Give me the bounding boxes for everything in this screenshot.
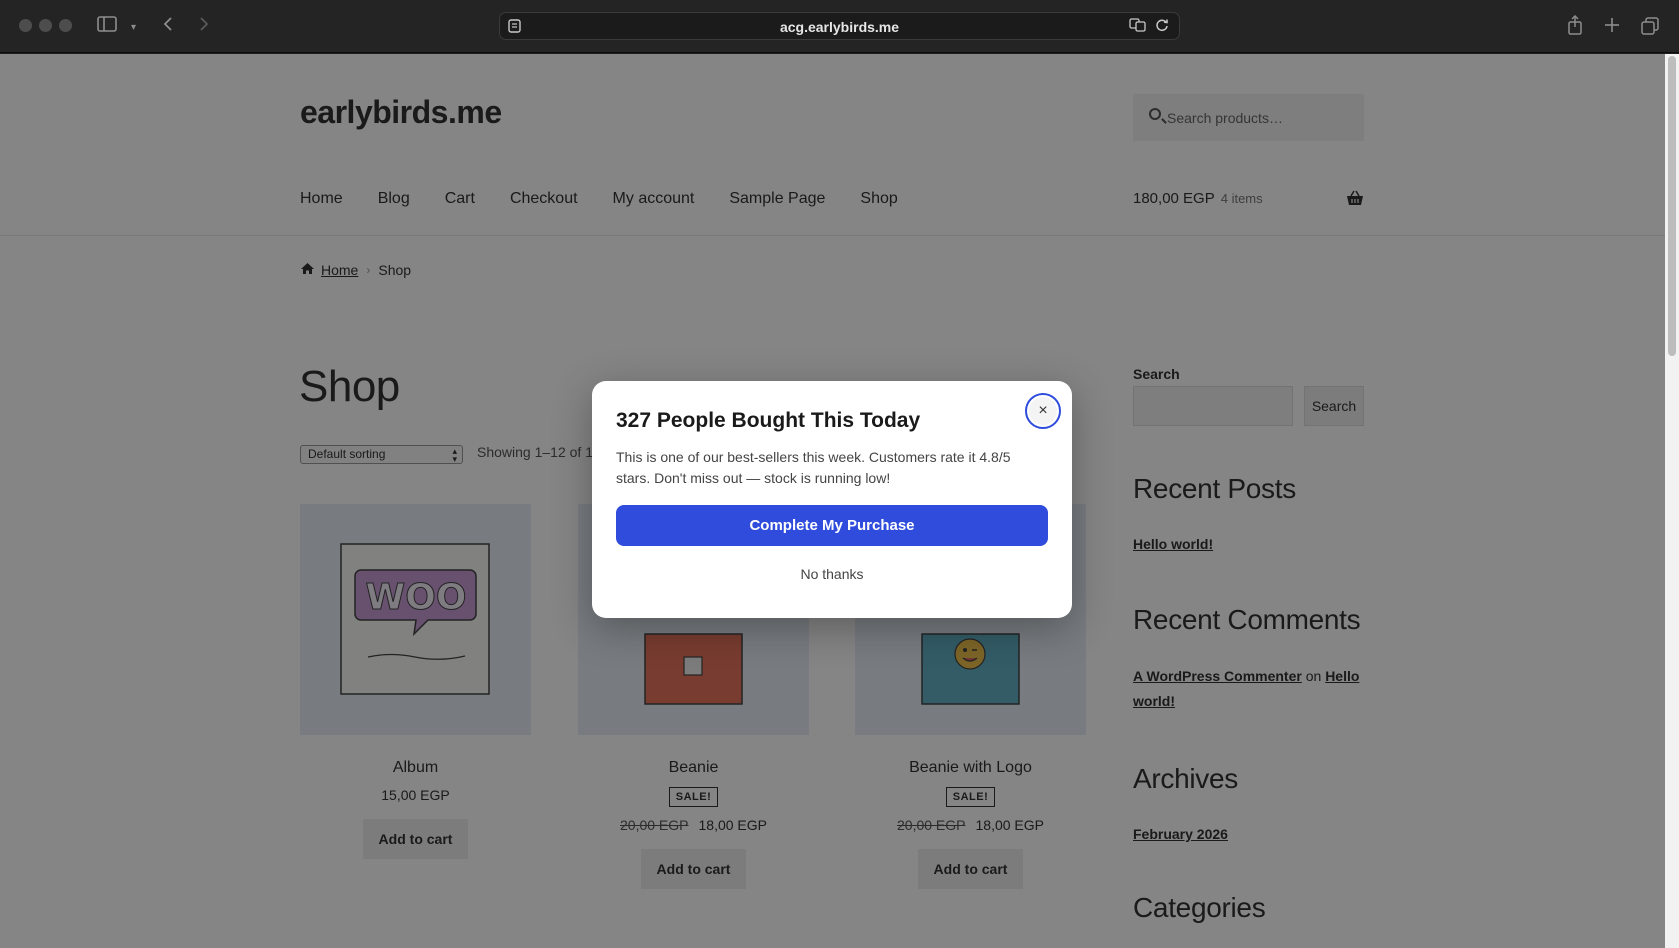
url-text: acg.earlybirds.me: [779, 19, 900, 35]
forward-icon[interactable]: [199, 16, 209, 35]
zoom-window-button[interactable]: [59, 19, 72, 32]
share-icon[interactable]: [1567, 14, 1583, 38]
close-icon[interactable]: ×: [1025, 393, 1061, 429]
modal-title: 327 People Bought This Today: [616, 409, 921, 432]
page-viewport: earlybirds.me Home Blog Cart Checkout My…: [0, 54, 1665, 948]
chevron-down-icon[interactable]: ▾: [131, 19, 136, 37]
browser-toolbar: ▾ acg.earlybirds.me: [0, 0, 1679, 53]
back-icon[interactable]: [163, 16, 173, 35]
reload-icon[interactable]: [1155, 19, 1169, 35]
complete-purchase-button[interactable]: Complete My Purchase: [616, 505, 1048, 546]
page-scrollbar[interactable]: [1665, 54, 1679, 948]
translate-icon[interactable]: [1129, 18, 1151, 35]
no-thanks-link[interactable]: No thanks: [592, 566, 1072, 582]
new-tab-icon[interactable]: [1604, 17, 1620, 36]
tabs-overview-icon[interactable]: [1641, 17, 1659, 38]
sidebar-icon[interactable]: [97, 16, 117, 35]
upsell-modal: 327 People Bought This Today × This is o…: [592, 381, 1072, 618]
address-bar[interactable]: acg.earlybirds.me: [499, 12, 1180, 40]
close-window-button[interactable]: [19, 19, 32, 32]
modal-body: This is one of our best-sellers this wee…: [616, 449, 1011, 486]
minimize-window-button[interactable]: [39, 19, 52, 32]
scrollbar-thumb[interactable]: [1668, 56, 1676, 356]
